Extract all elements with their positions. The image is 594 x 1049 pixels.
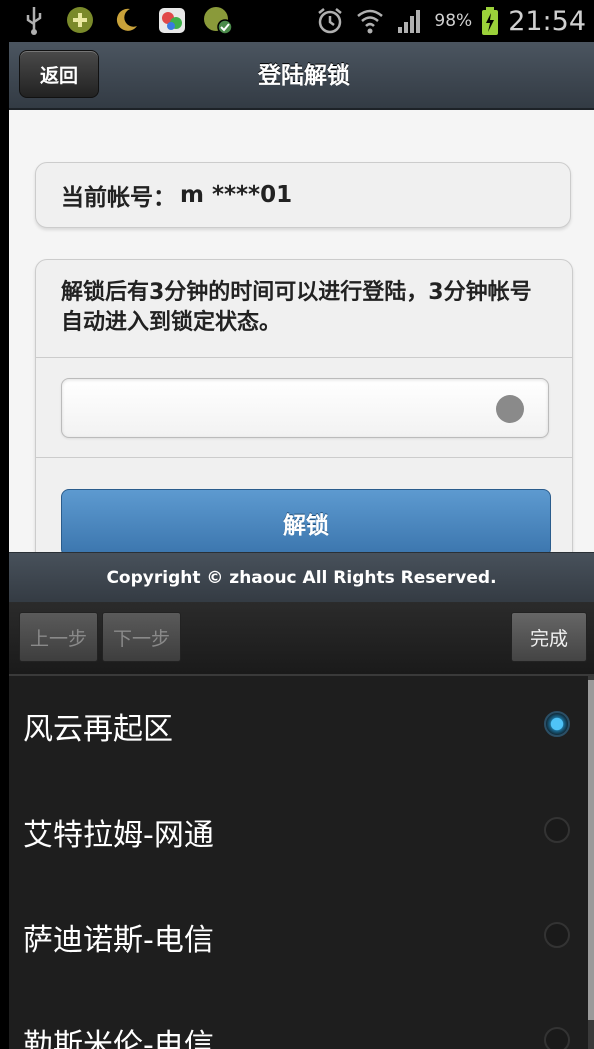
divider bbox=[36, 457, 572, 458]
list-item-label: 风云再起区 bbox=[23, 712, 173, 747]
next-button[interactable]: 下一步 bbox=[102, 612, 181, 662]
app-icon bbox=[202, 4, 234, 36]
usb-icon bbox=[18, 4, 50, 36]
header-bar: 登陆解锁 返回 bbox=[9, 42, 594, 110]
account-card: 当前帐号： m ****01 bbox=[35, 162, 571, 228]
signal-icon bbox=[394, 5, 426, 37]
account-label: 当前帐号： bbox=[61, 185, 176, 211]
scroll-thumb[interactable] bbox=[588, 680, 594, 1020]
footer: Copyright © zhaouc All Rights Reserved. bbox=[9, 552, 594, 603]
list-item[interactable]: 勒斯米伦-电信 bbox=[9, 992, 583, 1049]
wifi-icon bbox=[354, 5, 386, 37]
picker-list[interactable]: 风云再起区 艾特拉姆-网通 萨迪诺斯-电信 勒斯米伦-电信 bbox=[9, 676, 594, 1049]
list-item[interactable]: 风云再起区 bbox=[9, 676, 583, 782]
list-item[interactable]: 艾特拉姆-网通 bbox=[9, 782, 583, 888]
list-item[interactable]: 萨迪诺斯-电信 bbox=[9, 887, 583, 993]
code-input[interactable] bbox=[61, 378, 549, 438]
unlock-card: 解锁后有3分钟的时间可以进行登陆，3分钟帐号自动进入到锁定状态。 解锁 bbox=[35, 259, 573, 552]
status-time: 21:54 bbox=[508, 5, 586, 37]
alarm-icon bbox=[314, 5, 346, 37]
picker-toolbar: 上一步 下一步 完成 bbox=[9, 602, 594, 676]
battery-charging-icon bbox=[480, 5, 500, 37]
radio-icon[interactable] bbox=[544, 1027, 570, 1049]
done-button[interactable]: 完成 bbox=[511, 612, 587, 662]
unlock-button[interactable]: 解锁 bbox=[61, 489, 551, 552]
app-page: 登陆解锁 返回 当前帐号： m ****01 解锁后有3分钟的时间可以进行登陆，… bbox=[9, 42, 594, 552]
battery-percent: 98% bbox=[434, 11, 473, 31]
account-value: m ****01 bbox=[180, 182, 293, 208]
status-bar: 98% 21:54 bbox=[0, 0, 594, 42]
back-button[interactable]: 返回 bbox=[19, 50, 99, 98]
plus-icon bbox=[64, 4, 96, 36]
scrollbar[interactable] bbox=[588, 676, 594, 1049]
list-item-label: 萨迪诺斯-电信 bbox=[23, 923, 214, 958]
list-item-label: 勒斯米伦-电信 bbox=[23, 1028, 214, 1049]
prev-button[interactable]: 上一步 bbox=[19, 612, 98, 662]
moon-icon bbox=[110, 4, 142, 36]
list-item-label: 艾特拉姆-网通 bbox=[23, 818, 214, 853]
gamecenter-icon bbox=[156, 4, 188, 36]
radio-icon[interactable] bbox=[544, 922, 570, 948]
divider bbox=[36, 357, 572, 358]
input-indicator-icon bbox=[496, 395, 524, 423]
radio-icon[interactable] bbox=[544, 817, 570, 843]
unlock-notice: 解锁后有3分钟的时间可以进行登陆，3分钟帐号自动进入到锁定状态。 bbox=[61, 280, 532, 335]
radio-selected-icon[interactable] bbox=[544, 711, 570, 737]
